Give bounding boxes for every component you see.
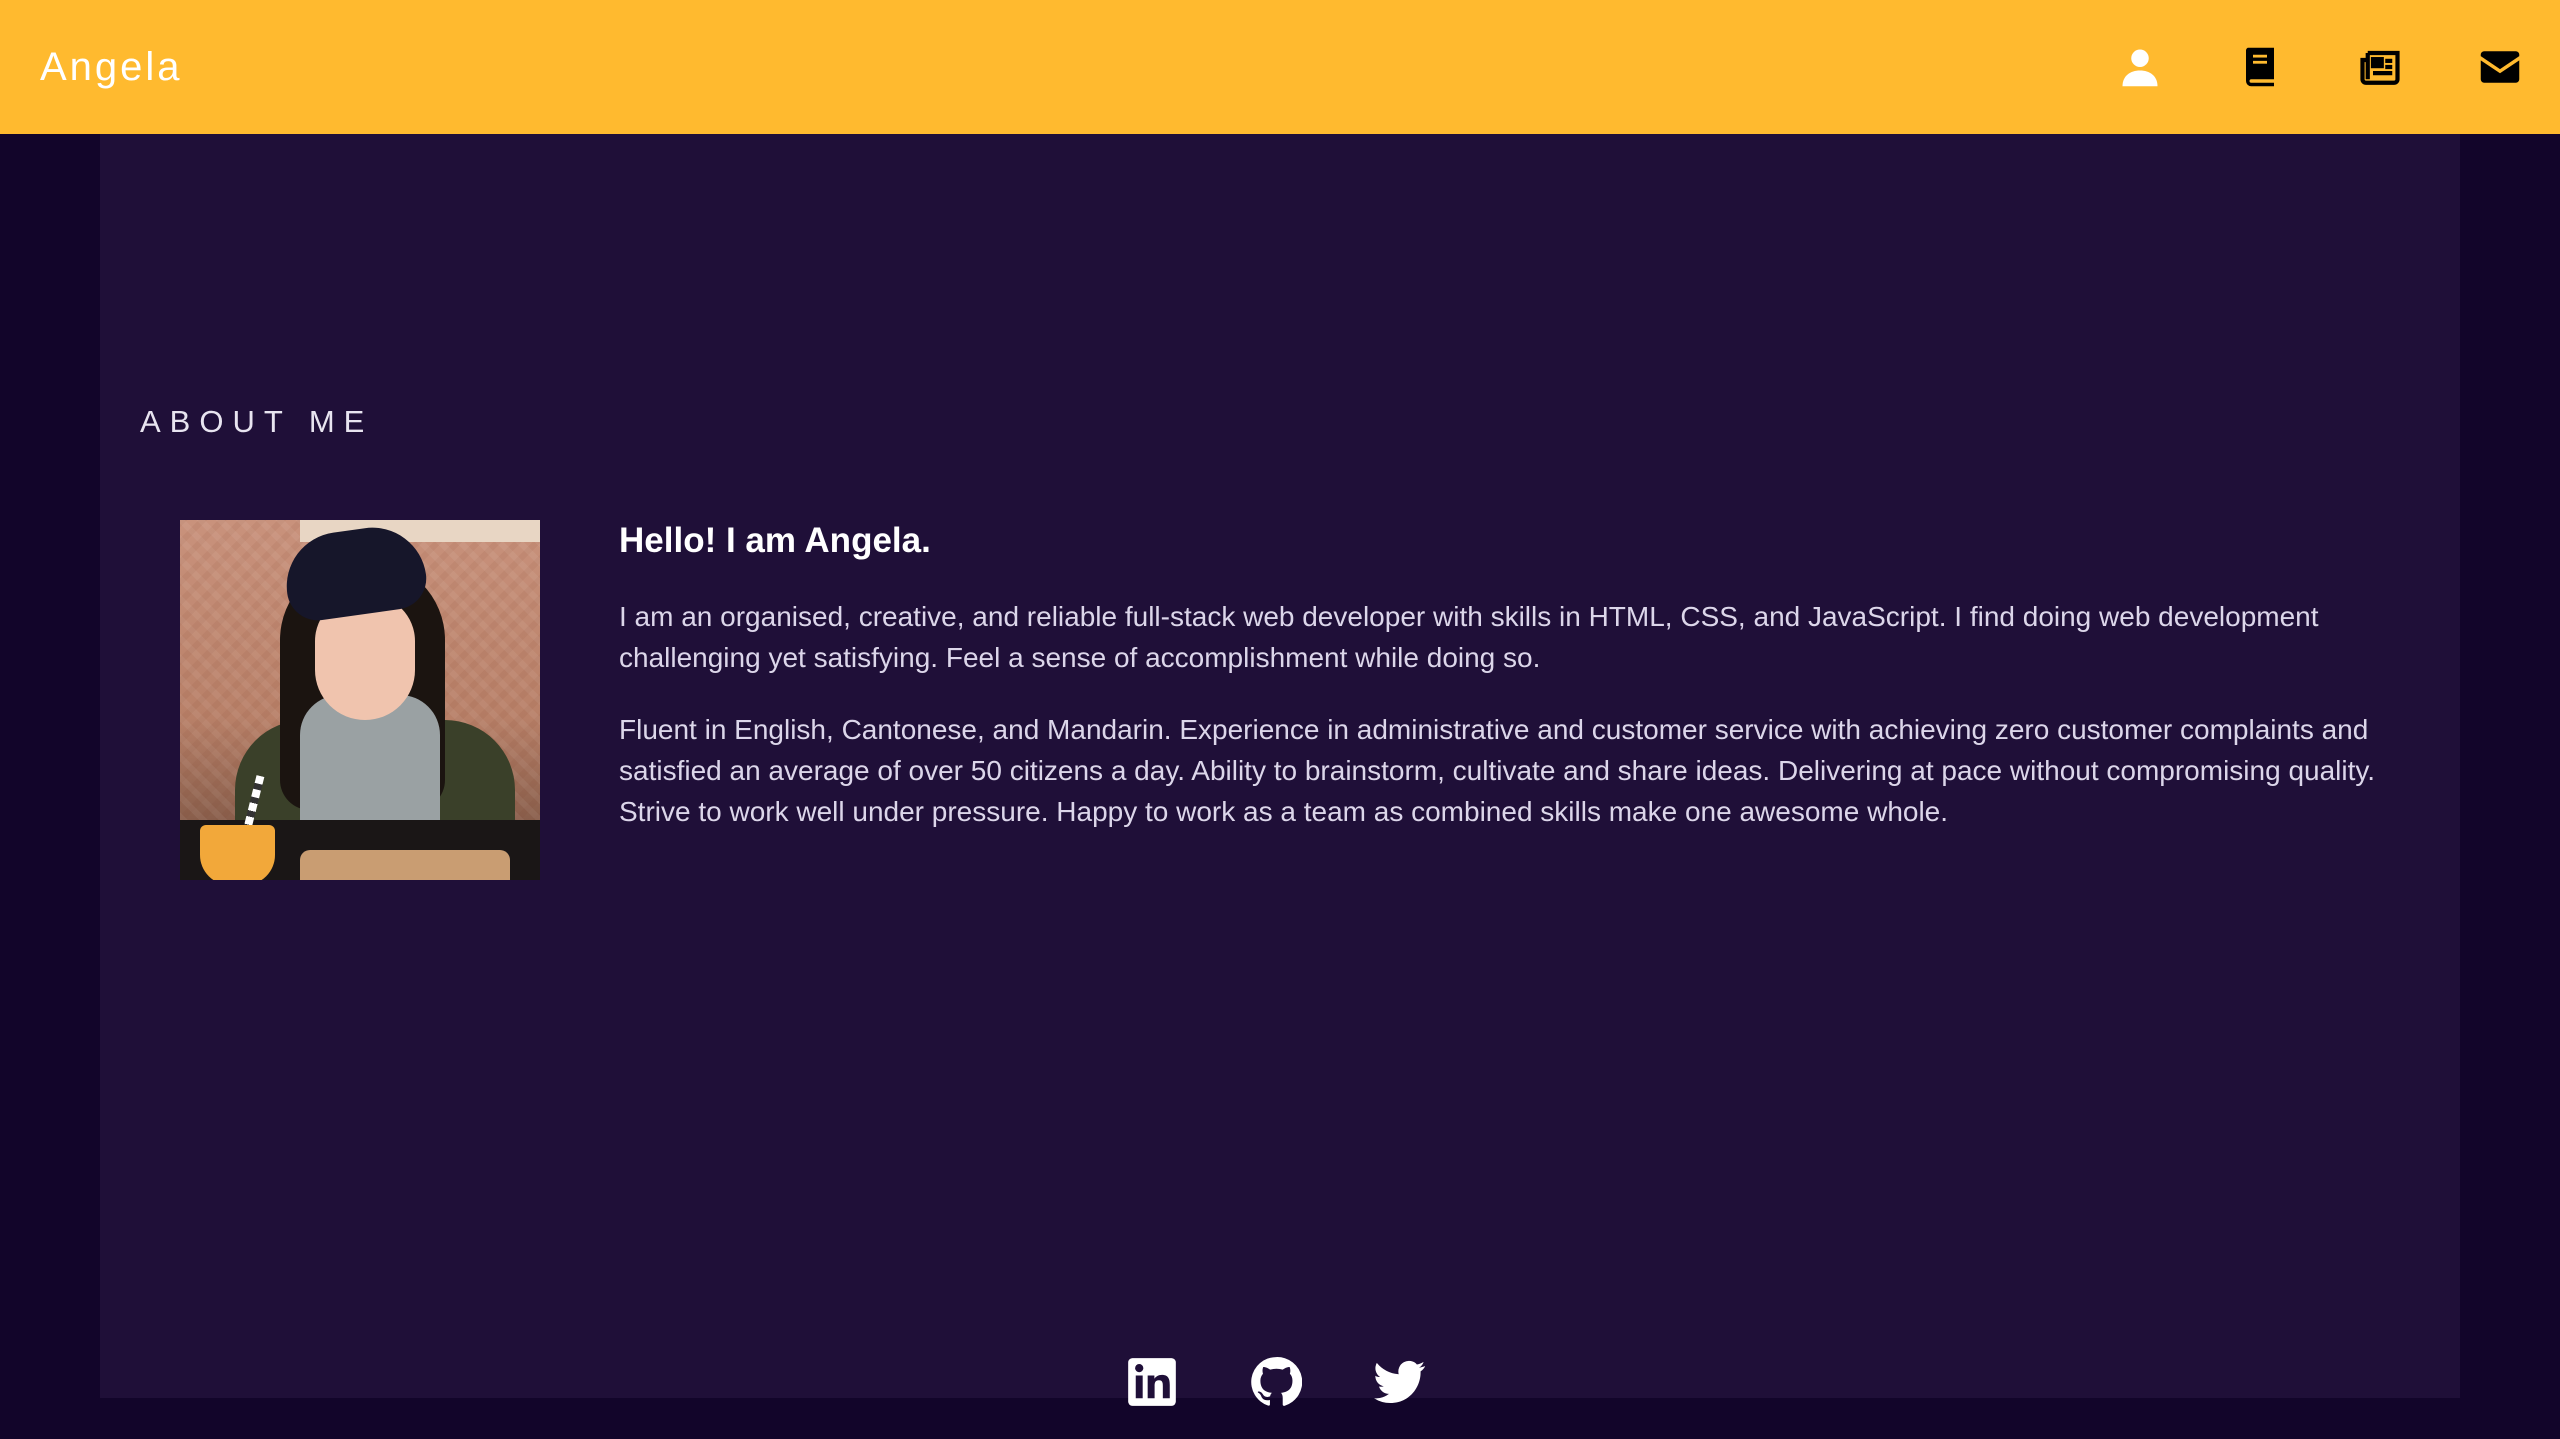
github-icon[interactable] — [1250, 1356, 1302, 1408]
nav-menu — [2042, 0, 2560, 134]
about-headline: Hello! I am Angela. — [619, 521, 931, 560]
about-text: Hello! I am Angela. I am an organised, c… — [619, 518, 2389, 863]
user-icon[interactable] — [2118, 45, 2162, 89]
about-paragraph-1: I am an organised, creative, and reliabl… — [619, 600, 2319, 673]
book-icon[interactable] — [2238, 45, 2282, 89]
social-links — [1126, 1356, 1498, 1408]
envelope-icon[interactable] — [2478, 45, 2522, 89]
profile-photo — [180, 520, 540, 880]
about-paragraph-2: Fluent in English, Cantonese, and Mandar… — [619, 713, 2376, 827]
newspaper-icon[interactable] — [2358, 45, 2402, 89]
about-section: ABOUT ME Hello! I am Angela. I am an org… — [100, 134, 2460, 1398]
twitter-icon[interactable] — [1374, 1356, 1426, 1408]
section-title: ABOUT ME — [140, 404, 374, 439]
brand-logo[interactable]: Angela — [40, 45, 183, 90]
linkedin-icon[interactable] — [1126, 1356, 1178, 1408]
navbar: Angela — [0, 0, 2560, 134]
